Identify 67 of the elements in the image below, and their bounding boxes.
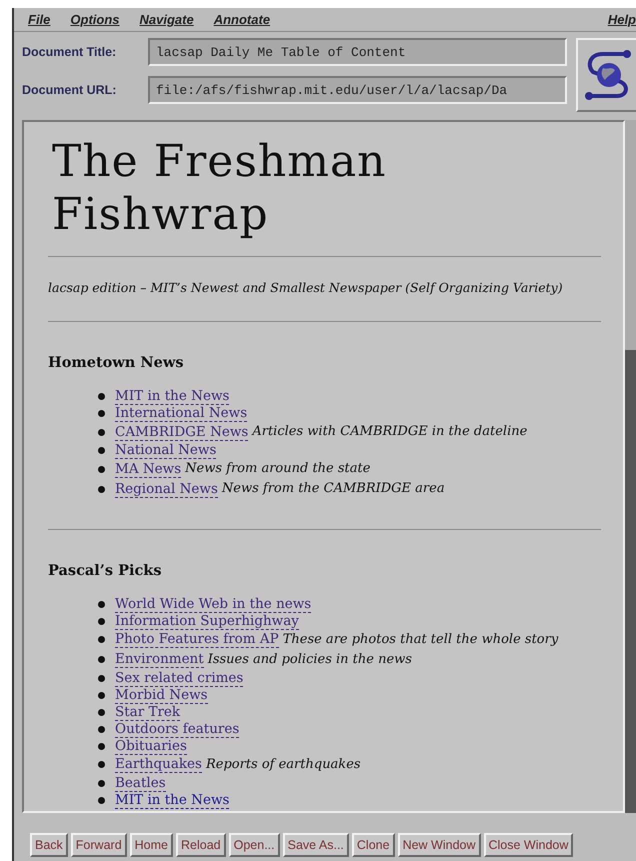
- field-label: Document Title:: [22, 44, 118, 61]
- bullet-icon: [98, 428, 105, 436]
- link-description: These are photos that tell the whole story: [282, 630, 558, 649]
- link-description: News from around the state: [185, 460, 370, 478]
- page-title: The Freshman Fishwrap: [52, 136, 388, 242]
- link[interactable]: Information Superhighway: [115, 612, 299, 630]
- bullet-icon: [98, 692, 105, 699]
- bullet-icon: [98, 796, 105, 804]
- link-description: News from the CAMBRIDGE area: [222, 480, 445, 498]
- menu-item[interactable]: Annotate: [214, 10, 270, 30]
- bullet-icon: [98, 656, 105, 664]
- bullet-icon: [98, 780, 105, 787]
- toolbar-button[interactable]: Close Window: [484, 833, 574, 857]
- link[interactable]: Photo Features from AP: [115, 631, 279, 648]
- link[interactable]: CAMBRIDGE News: [115, 424, 248, 441]
- logo-button[interactable]: [576, 38, 636, 112]
- link-description: Issues and policies in the news: [208, 650, 412, 669]
- subtitle-text: lacsap edition – MIT’s Newest and Smallest Newspaper (Self Organizing Variety): [48, 278, 564, 297]
- link[interactable]: World Wide Web in the news: [115, 596, 312, 613]
- link[interactable]: Beatles: [115, 774, 166, 792]
- bullet-icon: [98, 636, 105, 644]
- scrollbar-thumb[interactable]: [625, 350, 636, 813]
- link[interactable]: Morbid News: [115, 686, 208, 704]
- link[interactable]: MA News: [115, 460, 182, 478]
- field-label: Document URL:: [22, 82, 118, 99]
- section-heading: Pascal’s Picks: [48, 561, 163, 582]
- bullet-icon: [98, 674, 105, 682]
- toolbar-button[interactable]: Back: [30, 833, 68, 857]
- link-description: Reports of earthquakes: [206, 756, 361, 774]
- link[interactable]: National News: [115, 442, 216, 460]
- scrollbar[interactable]: [625, 120, 636, 813]
- link[interactable]: International News: [115, 405, 248, 422]
- bullet-icon: [98, 486, 105, 493]
- link[interactable]: Outdoors features: [115, 720, 240, 738]
- toolbar-button[interactable]: Clone: [352, 833, 395, 857]
- menu-item[interactable]: Help: [608, 10, 636, 30]
- link[interactable]: Earthquakes: [115, 756, 202, 774]
- bullet-icon: [98, 410, 105, 418]
- link[interactable]: MIT in the News: [115, 388, 230, 406]
- bullet-icon: [98, 393, 105, 400]
- text-field[interactable]: lacsap Daily Me Table of Content: [148, 38, 567, 66]
- toolbar-button[interactable]: Open...: [228, 833, 280, 857]
- bullet-icon: [98, 618, 105, 625]
- link[interactable]: Sex related crimes: [115, 670, 244, 687]
- link[interactable]: Star Trek: [115, 704, 180, 721]
- menu-item[interactable]: File: [28, 10, 50, 30]
- link-description: Articles with CAMBRIDGE in the dateline: [252, 423, 528, 442]
- bullet-icon: [98, 466, 105, 473]
- section-heading: Hometown News: [48, 353, 185, 374]
- toolbar-button[interactable]: Save As...: [282, 833, 349, 857]
- bullet-icon: [98, 708, 105, 716]
- menu-item[interactable]: Options: [70, 10, 120, 30]
- menu-item[interactable]: Navigate: [140, 10, 194, 30]
- text-field[interactable]: file:/afs/fishwrap.mit.edu/user/l/a/lacsap/Da: [148, 76, 567, 104]
- link[interactable]: Regional News: [115, 480, 218, 498]
- bullet-icon: [98, 447, 105, 454]
- link[interactable]: Obituaries: [115, 738, 187, 755]
- link[interactable]: MIT in the News: [115, 792, 230, 809]
- toolbar-button[interactable]: Forward: [70, 833, 127, 857]
- toolbar-button[interactable]: Home: [130, 833, 173, 857]
- bullet-icon: [98, 726, 105, 733]
- bullet-icon: [98, 761, 105, 768]
- toolbar-button[interactable]: New Window: [398, 833, 480, 857]
- link[interactable]: Environment: [115, 651, 204, 668]
- bullet-icon: [98, 742, 105, 750]
- bullet-icon: [98, 600, 105, 608]
- toolbar-button[interactable]: Reload: [176, 833, 226, 857]
